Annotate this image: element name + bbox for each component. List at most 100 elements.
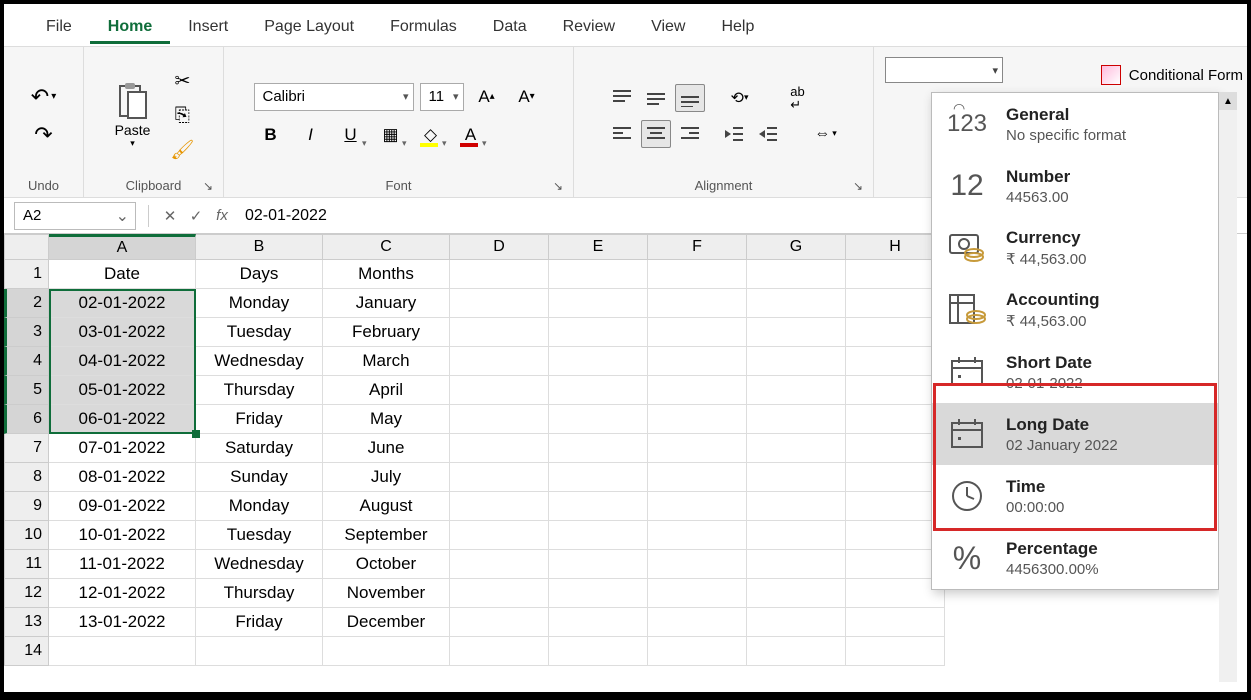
cell-E3[interactable] <box>549 318 648 347</box>
menu-review[interactable]: Review <box>545 10 633 44</box>
cell-A6[interactable]: 06-01-2022 <box>49 405 196 434</box>
cell-G7[interactable] <box>747 434 846 463</box>
font-color-button[interactable]: A <box>454 120 488 150</box>
row-header-6[interactable]: 6 <box>4 405 49 434</box>
cell-F14[interactable] <box>648 637 747 666</box>
fx-button[interactable]: fx <box>209 203 235 229</box>
column-header-A[interactable]: A <box>49 234 196 260</box>
align-top-button[interactable] <box>607 84 637 112</box>
grow-font-button[interactable]: A▴ <box>470 82 504 112</box>
cell-A9[interactable]: 09-01-2022 <box>49 492 196 521</box>
cell-B3[interactable]: Tuesday <box>196 318 323 347</box>
cell-G9[interactable] <box>747 492 846 521</box>
cell-E14[interactable] <box>549 637 648 666</box>
cell-F9[interactable] <box>648 492 747 521</box>
underline-button[interactable]: U <box>334 120 368 150</box>
cell-A8[interactable]: 08-01-2022 <box>49 463 196 492</box>
cell-F11[interactable] <box>648 550 747 579</box>
cell-E10[interactable] <box>549 521 648 550</box>
clipboard-launcher[interactable]: ↘ <box>203 179 213 193</box>
orientation-button[interactable]: ⟲▾ <box>725 84 755 112</box>
format-option-short-date[interactable]: Short Date02-01-2022 <box>932 341 1218 403</box>
cell-C3[interactable]: February <box>323 318 450 347</box>
menu-insert[interactable]: Insert <box>170 10 246 44</box>
indent-decrease-button[interactable] <box>719 120 749 148</box>
cell-B5[interactable]: Thursday <box>196 376 323 405</box>
cell-G8[interactable] <box>747 463 846 492</box>
cell-D3[interactable] <box>450 318 549 347</box>
cell-A14[interactable] <box>49 637 196 666</box>
menu-formulas[interactable]: Formulas <box>372 10 475 44</box>
menu-data[interactable]: Data <box>475 10 545 44</box>
cell-D12[interactable] <box>450 579 549 608</box>
border-button[interactable]: ▦ <box>374 120 408 150</box>
cell-B2[interactable]: Monday <box>196 289 323 318</box>
accept-formula-button[interactable]: ✓ <box>183 203 209 229</box>
cell-D4[interactable] <box>450 347 549 376</box>
cell-G13[interactable] <box>747 608 846 637</box>
cell-C10[interactable]: September <box>323 521 450 550</box>
cell-G14[interactable] <box>747 637 846 666</box>
cell-F1[interactable] <box>648 260 747 289</box>
cell-C4[interactable]: March <box>323 347 450 376</box>
align-bottom-button[interactable] <box>675 84 705 112</box>
wrap-text-button[interactable]: ab↵ <box>783 84 813 112</box>
format-option-general[interactable]: ◠123GeneralNo specific format <box>932 93 1218 155</box>
row-header-13[interactable]: 13 <box>4 608 49 637</box>
menu-page-layout[interactable]: Page Layout <box>246 10 372 44</box>
cell-B7[interactable]: Saturday <box>196 434 323 463</box>
menu-view[interactable]: View <box>633 10 703 44</box>
cell-G3[interactable] <box>747 318 846 347</box>
row-header-10[interactable]: 10 <box>4 521 49 550</box>
font-size-combo[interactable]: 11 <box>420 83 464 111</box>
format-painter-button[interactable]: 🖌 <box>168 136 196 164</box>
cell-F13[interactable] <box>648 608 747 637</box>
row-header-8[interactable]: 8 <box>4 463 49 492</box>
copy-button[interactable]: ⎘ <box>168 102 196 130</box>
format-option-time[interactable]: Time00:00:00 <box>932 465 1218 527</box>
row-header-3[interactable]: 3 <box>4 318 49 347</box>
cell-C14[interactable] <box>323 637 450 666</box>
cell-A2[interactable]: 02-01-2022 <box>49 289 196 318</box>
cell-E11[interactable] <box>549 550 648 579</box>
cell-F2[interactable] <box>648 289 747 318</box>
cell-D11[interactable] <box>450 550 549 579</box>
cell-C8[interactable]: July <box>323 463 450 492</box>
cell-C6[interactable]: May <box>323 405 450 434</box>
column-header-D[interactable]: D <box>450 234 549 260</box>
cell-C5[interactable]: April <box>323 376 450 405</box>
cell-D5[interactable] <box>450 376 549 405</box>
cell-A10[interactable]: 10-01-2022 <box>49 521 196 550</box>
cell-A3[interactable]: 03-01-2022 <box>49 318 196 347</box>
redo-button[interactable]: ↷ <box>24 121 64 149</box>
format-option-long-date[interactable]: Long Date02 January 2022 <box>932 403 1218 465</box>
row-header-4[interactable]: 4 <box>4 347 49 376</box>
cell-D9[interactable] <box>450 492 549 521</box>
cell-C1[interactable]: Months <box>323 260 450 289</box>
indent-increase-button[interactable] <box>753 120 783 148</box>
cell-E13[interactable] <box>549 608 648 637</box>
cell-D13[interactable] <box>450 608 549 637</box>
font-launcher[interactable]: ↘ <box>553 179 563 193</box>
cell-C9[interactable]: August <box>323 492 450 521</box>
cell-C2[interactable]: January <box>323 289 450 318</box>
conditional-formatting-button[interactable]: Conditional Form <box>1097 59 1247 91</box>
menu-file[interactable]: File <box>28 10 90 44</box>
cell-F5[interactable] <box>648 376 747 405</box>
cell-E4[interactable] <box>549 347 648 376</box>
cell-A7[interactable]: 07-01-2022 <box>49 434 196 463</box>
row-header-14[interactable]: 14 <box>4 637 49 666</box>
cell-E2[interactable] <box>549 289 648 318</box>
menu-help[interactable]: Help <box>703 10 772 44</box>
cell-H13[interactable] <box>846 608 945 637</box>
cell-C7[interactable]: June <box>323 434 450 463</box>
cell-F6[interactable] <box>648 405 747 434</box>
cell-B11[interactable]: Wednesday <box>196 550 323 579</box>
cell-B10[interactable]: Tuesday <box>196 521 323 550</box>
cell-B9[interactable]: Monday <box>196 492 323 521</box>
column-header-C[interactable]: C <box>323 234 450 260</box>
cell-F4[interactable] <box>648 347 747 376</box>
column-header-B[interactable]: B <box>196 234 323 260</box>
cell-A4[interactable]: 04-01-2022 <box>49 347 196 376</box>
fill-color-button[interactable]: ◇ <box>414 120 448 150</box>
